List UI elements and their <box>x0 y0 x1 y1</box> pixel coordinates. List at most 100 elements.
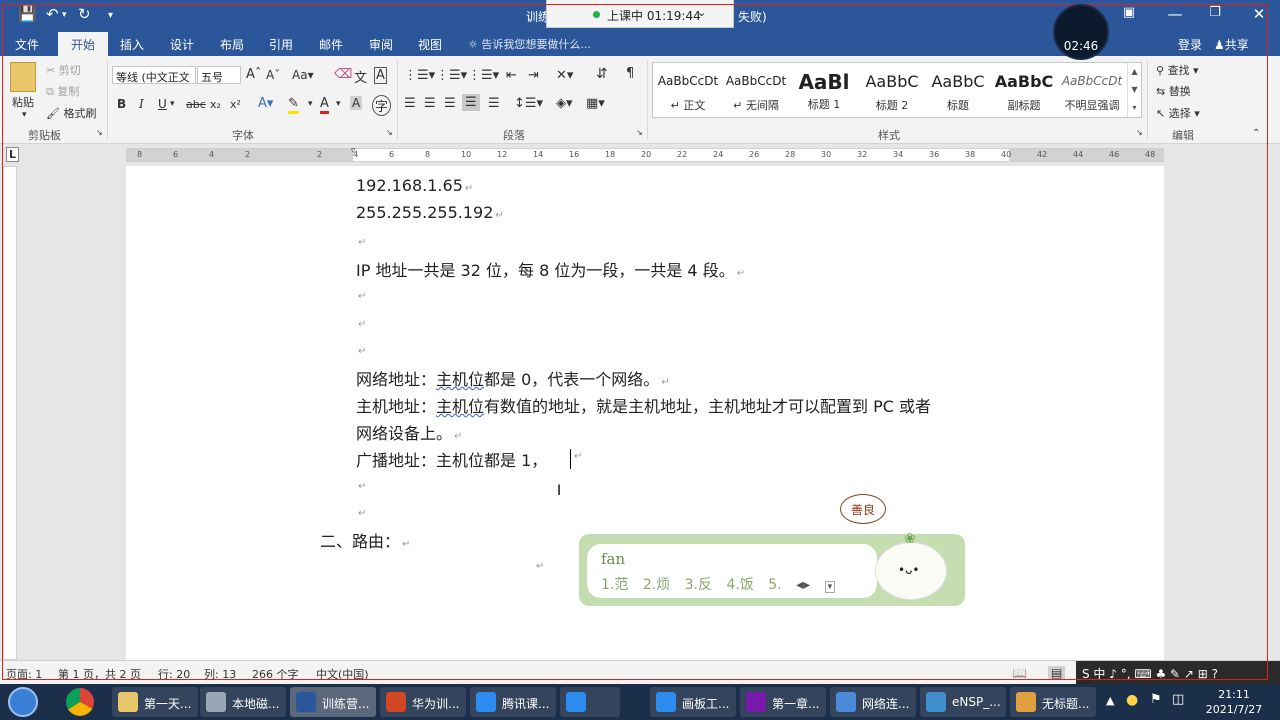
taskbar-item[interactable]: 画板工... <box>650 687 736 717</box>
ime-candidate[interactable]: 4.饭 <box>726 577 753 593</box>
customize-quick-access-icon[interactable]: ▾ <box>108 10 113 21</box>
tab-stop-selector[interactable]: L <box>6 147 20 162</box>
style-subtle-emphasis[interactable]: AaBbCcDt 不明显强调 <box>1059 65 1125 117</box>
style-title[interactable]: AaBbC 标题 <box>925 65 991 117</box>
format-painter-button[interactable]: 🖌 格式刷 <box>46 105 96 121</box>
tab-references[interactable]: 引用 <box>269 36 293 53</box>
show-hidden-icons-icon[interactable]: ▲ <box>1106 694 1114 707</box>
print-layout-icon[interactable]: ▤ <box>1048 666 1066 680</box>
status-language[interactable]: 中文(中国) <box>316 666 369 682</box>
align-left-icon[interactable]: ☰ <box>404 96 416 111</box>
character-border-icon[interactable]: A <box>374 67 387 84</box>
subscript-icon[interactable]: x₂ <box>210 98 221 111</box>
text-effects-icon[interactable]: A▾ <box>258 96 273 111</box>
paste-dropdown-icon[interactable]: ▾ <box>22 110 27 120</box>
align-right-icon[interactable]: ☰ <box>444 96 456 111</box>
redo-icon[interactable]: ↻ <box>78 5 91 23</box>
tab-file[interactable]: 文件 <box>15 36 39 53</box>
show-marks-icon[interactable]: ¶ <box>626 66 634 81</box>
style-heading-1[interactable]: AaBl 标题 1 <box>791 65 857 117</box>
taskbar-item[interactable]: 本地磁... <box>200 687 286 717</box>
class-timer-widget[interactable]: 上课中 01:19:44 ⌄ <box>546 0 734 28</box>
undo-dropdown-icon[interactable]: ▾ <box>62 10 67 20</box>
font-name-combo[interactable]: 等线 (中文正文 <box>112 66 196 84</box>
ime-candidate-window[interactable]: fan 1.范 2.烦 3.反 4.饭 5. ◂▸ ▾ •ᴗ• ❀ <box>579 531 965 606</box>
chinese-layout-icon[interactable]: ✕▾ <box>556 68 573 83</box>
numbering-icon[interactable]: ⋮☰▾ <box>436 68 467 83</box>
tab-view[interactable]: 视图 <box>418 36 442 53</box>
taskbar-item[interactable]: 第一天... <box>112 687 198 717</box>
paragraph-launcher-icon[interactable]: ↘ <box>636 128 643 137</box>
clipboard-launcher-icon[interactable]: ↘ <box>96 128 103 137</box>
decrease-indent-icon[interactable]: ⇤ <box>506 68 517 83</box>
style-heading-2[interactable]: AaBbC 标题 2 <box>859 65 925 117</box>
network-status-icon[interactable]: ◫ <box>1172 692 1184 707</box>
styles-gallery[interactable]: AaBbCcDt ↵ 正文 AaBbCcDt ↵ 无间隔 AaBl 标题 1 AaBb… <box>652 62 1142 118</box>
taskbar-item[interactable]: eNSP_... <box>920 687 1006 717</box>
distributed-icon[interactable]: ☰ <box>488 96 500 111</box>
style-no-spacing[interactable]: AaBbCcDt ↵ 无间隔 <box>723 65 789 117</box>
shading-icon[interactable]: ◈▾ <box>556 96 573 111</box>
clear-formatting-icon[interactable]: ⌫ <box>334 67 352 82</box>
enclose-characters-icon[interactable]: 字 <box>372 95 392 116</box>
flag-icon[interactable]: ⚑ <box>1150 692 1162 707</box>
ribbon-display-options-icon[interactable]: ▣ <box>1106 5 1152 20</box>
highlight-icon[interactable]: ✎ <box>288 96 299 114</box>
collapse-ribbon-icon[interactable]: ⌃ <box>1252 128 1260 139</box>
find-button[interactable]: ⚲ 查找 ▾ <box>1156 62 1199 78</box>
styles-scroll[interactable]: ▲ ▼ ▾ <box>1127 63 1141 117</box>
tab-mailings[interactable]: 邮件 <box>319 36 343 53</box>
borders-icon[interactable]: ▦▾ <box>586 96 605 111</box>
cut-button[interactable]: ✂ 剪切 <box>46 62 81 78</box>
ime-candidate[interactable]: 1.范 <box>601 577 628 593</box>
save-icon[interactable]: 💾 <box>18 5 37 23</box>
line-spacing-icon[interactable]: ↕☰▾ <box>514 96 543 111</box>
copy-button[interactable]: ⧉ 复制 <box>46 83 79 99</box>
highlight-dropdown-icon[interactable]: ▾ <box>308 99 313 109</box>
restore-icon[interactable]: ❐ <box>1192 5 1238 20</box>
start-button[interactable] <box>8 687 38 717</box>
indent-marker-icon[interactable]: ▿ <box>351 146 356 156</box>
status-page-of[interactable]: 第 1 页，共 2 页 <box>58 666 141 682</box>
chrome-icon[interactable] <box>66 688 94 716</box>
strikethrough-icon[interactable]: abc <box>186 98 206 111</box>
sort-icon[interactable]: ⇵ <box>596 66 608 82</box>
recording-timer[interactable]: 02:46 <box>1053 4 1109 60</box>
ime-toolbar[interactable]: S 中 ♪ °, ⌨ ♣ ✎ ↗ ⊞ ? <box>1076 661 1280 685</box>
change-case-icon[interactable]: Aa▾ <box>292 68 314 82</box>
underline-icon[interactable]: U <box>158 97 167 111</box>
ime-expand-icon[interactable]: ▾ <box>824 581 836 593</box>
ruler-bar[interactable]: 8 6 4 2 2 4 6 8 10 12 14 16 18 20 22 24 … <box>126 146 1164 162</box>
tab-layout[interactable]: 布局 <box>220 36 244 53</box>
justify-icon[interactable]: ☰ <box>462 94 480 111</box>
font-size-combo[interactable]: 五号 <box>197 66 241 84</box>
paste-button[interactable]: 粘贴 <box>12 94 34 110</box>
taskbar-item[interactable]: 无标题... <box>1010 687 1096 717</box>
taskbar-item[interactable] <box>560 687 620 717</box>
tab-review[interactable]: 审阅 <box>369 36 393 53</box>
read-mode-icon[interactable]: 📖 <box>1012 666 1027 680</box>
styles-launcher-icon[interactable]: ↘ <box>1136 128 1143 137</box>
qq-icon[interactable]: ● <box>1126 692 1138 708</box>
select-button[interactable]: ↖ 选择 ▾ <box>1156 105 1200 121</box>
ime-page-arrows-icon[interactable]: ◂▸ <box>796 577 810 593</box>
ime-candidate[interactable]: 5. <box>768 577 781 593</box>
system-clock[interactable]: 21:11 2021/7/27 <box>1196 687 1272 717</box>
style-normal[interactable]: AaBbCcDt ↵ 正文 <box>655 65 721 117</box>
tab-design[interactable]: 设计 <box>170 36 194 53</box>
bold-icon[interactable]: B <box>117 97 126 111</box>
share-button[interactable]: ♟共享 <box>1214 36 1249 53</box>
tell-me-search[interactable]: ☼ 告诉我您想要做什么... <box>468 36 591 52</box>
paste-icon[interactable] <box>10 62 36 92</box>
login-link[interactable]: 登录 <box>1178 36 1202 53</box>
tab-insert[interactable]: 插入 <box>120 36 144 53</box>
italic-icon[interactable]: I <box>139 97 144 111</box>
bullets-icon[interactable]: ⋮☰▾ <box>404 68 435 83</box>
replace-button[interactable]: ⇆ 替换 <box>1156 83 1191 99</box>
status-word-count[interactable]: 266 个字 <box>252 666 299 682</box>
taskbar-item[interactable]: 华为训... <box>380 687 466 717</box>
shrink-font-icon[interactable]: Aˇ <box>266 68 280 82</box>
multilevel-list-icon[interactable]: ⋮☰▾ <box>468 68 499 83</box>
ime-candidate[interactable]: 3.反 <box>685 577 712 593</box>
font-color-dropdown-icon[interactable]: ▾ <box>336 99 341 109</box>
